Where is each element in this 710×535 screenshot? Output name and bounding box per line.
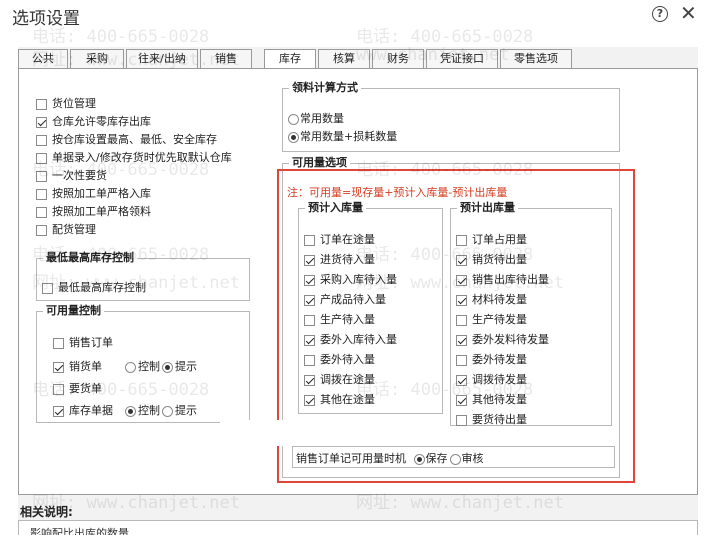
left-option-row[interactable]: 单据录入/修改存货时优先取默认仓库: [36, 151, 232, 165]
window-title: 选项设置: [12, 9, 80, 29]
option-label: 单据录入/修改存货时优先取默认仓库: [52, 151, 232, 164]
radio-hint[interactable]: [162, 361, 173, 373]
material-calc-title: 领料计算方式: [289, 81, 361, 95]
radio-label: 提示: [175, 404, 197, 417]
max-stock-checkbox-row[interactable]: 最低最高库存控制: [42, 281, 146, 295]
left-option-row[interactable]: 仓库允许零库存出库: [36, 115, 151, 129]
tab-4[interactable]: 库存: [264, 49, 316, 70]
option-label: 库存单据: [69, 404, 113, 417]
highlight-box: [277, 169, 635, 483]
radio[interactable]: [288, 113, 299, 125]
description-text: 影响配比出库的数量: [30, 527, 129, 535]
option-label: 按照加工单严格领料: [52, 205, 151, 218]
radio-control[interactable]: [125, 405, 136, 417]
left-option-row[interactable]: 配货管理: [36, 223, 96, 237]
left-option-row[interactable]: 一次性要货: [36, 169, 107, 183]
option-label: 销售订单: [69, 336, 113, 349]
left-option-row[interactable]: 货位管理: [36, 97, 96, 111]
available-control-row[interactable]: 要货单: [53, 382, 125, 396]
checkbox[interactable]: [53, 405, 64, 417]
tab-6[interactable]: 财务: [372, 49, 424, 69]
checkbox[interactable]: [53, 383, 64, 395]
tab-8[interactable]: 零售选项: [500, 49, 572, 69]
max-stock-group-title: 最低最高库存控制: [43, 251, 137, 265]
checkbox[interactable]: [36, 224, 47, 236]
checkbox[interactable]: [36, 98, 47, 110]
radio-label: 控制: [138, 360, 160, 373]
description-title: 相关说明:: [20, 505, 73, 519]
left-option-row[interactable]: 按仓库设置最高、最低、安全库存: [36, 133, 217, 147]
window-titlebar: 选项设置 ? ✕: [0, 0, 710, 30]
option-label: 常用数量+损耗数量: [300, 130, 398, 143]
material-calc-row[interactable]: 常用数量+损耗数量: [288, 130, 397, 144]
checkbox[interactable]: [36, 206, 47, 218]
checkbox[interactable]: [53, 337, 64, 349]
tab-7[interactable]: 凭证接口: [426, 49, 498, 69]
tab-3[interactable]: 销售: [200, 49, 252, 69]
redaction-box: [220, 420, 330, 446]
radio-label: 提示: [175, 360, 197, 373]
radio[interactable]: [288, 131, 299, 143]
close-icon[interactable]: ✕: [680, 2, 697, 24]
checkbox[interactable]: [36, 116, 47, 128]
material-calc-row[interactable]: 常用数量: [288, 112, 344, 126]
radio-hint[interactable]: [162, 405, 173, 417]
max-stock-label: 最低最高库存控制: [58, 281, 146, 294]
tab-2[interactable]: 往来/出纳: [126, 49, 198, 69]
checkbox[interactable]: [36, 134, 47, 146]
available-control-row[interactable]: 销售订单: [53, 336, 125, 350]
checkbox[interactable]: [53, 361, 64, 373]
left-option-row[interactable]: 按照加工单严格入库: [36, 187, 151, 201]
option-label: 货位管理: [52, 97, 96, 110]
available-control-row[interactable]: 销货单 控制 提示: [53, 360, 197, 374]
option-label: 常用数量: [300, 112, 344, 125]
tab-5[interactable]: 核算: [318, 49, 370, 69]
checkbox[interactable]: [36, 188, 47, 200]
available-options-title: 可用量选项: [289, 156, 350, 170]
help-icon[interactable]: ?: [652, 6, 668, 22]
radio-label: 控制: [138, 404, 160, 417]
option-label: 一次性要货: [52, 169, 107, 182]
option-label: 按照加工单严格入库: [52, 187, 151, 200]
option-label: 配货管理: [52, 223, 96, 236]
option-label: 要货单: [69, 382, 102, 395]
radio-control[interactable]: [125, 361, 136, 373]
checkbox[interactable]: [36, 152, 47, 164]
tab-0[interactable]: 公共: [18, 49, 68, 69]
left-option-row[interactable]: 按照加工单严格领料: [36, 205, 151, 219]
available-control-row[interactable]: 库存单据 控制 提示: [53, 404, 197, 418]
option-label: 按仓库设置最高、最低、安全库存: [52, 133, 217, 146]
option-label: 销货单: [69, 360, 102, 373]
tab-1[interactable]: 采购: [70, 49, 124, 69]
checkbox[interactable]: [36, 170, 47, 182]
option-label: 仓库允许零库存出库: [52, 115, 151, 128]
available-control-title: 可用量控制: [43, 304, 104, 318]
max-stock-checkbox[interactable]: [42, 282, 53, 294]
